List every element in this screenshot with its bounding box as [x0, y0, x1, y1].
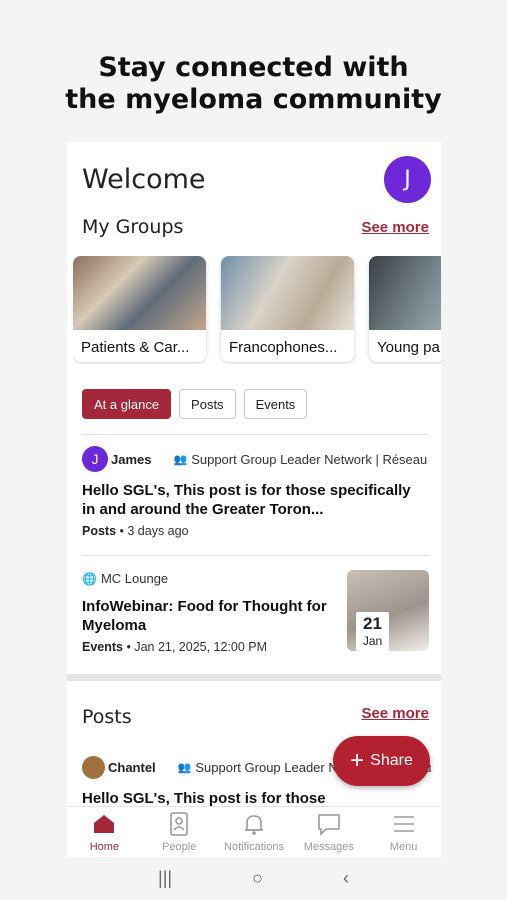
home-button-icon[interactable]: ○	[252, 868, 263, 889]
nav-label: Home	[89, 841, 120, 853]
nav-menu[interactable]: Menu	[366, 807, 441, 857]
nav-label: Messages	[303, 841, 354, 853]
post-author[interactable]: Chantel	[108, 760, 156, 775]
posts-section-title: Posts	[82, 706, 132, 728]
event-thumbnail[interactable]: 21 Jan	[347, 570, 429, 651]
event-date-month: Jan	[362, 634, 383, 648]
people-icon	[170, 812, 188, 836]
group-card-francophones[interactable]: Francophones...	[221, 256, 354, 362]
share-label: Share	[370, 752, 413, 769]
bottom-navigation: Home People Notifications Messages Menu	[67, 806, 441, 857]
event-time: Jan 21, 2025, 12:00 PM	[134, 640, 268, 654]
event-group-name[interactable]: MC Lounge	[101, 571, 168, 586]
section-separator	[67, 674, 441, 681]
headline-line-1: Stay connected with	[98, 52, 409, 83]
group-people-icon: 👥	[173, 453, 188, 466]
system-navigation-bar: ||| ○ ‹	[0, 857, 507, 900]
event-date-day: 21	[363, 614, 382, 633]
nav-people[interactable]: People	[142, 807, 217, 857]
menu-icon	[393, 816, 414, 832]
divider	[82, 434, 428, 435]
event-date-badge: 21 Jan	[356, 612, 389, 651]
group-card-label: Francophones...	[229, 339, 338, 356]
tab-events[interactable]: Events	[243, 389, 308, 419]
event-type: Events	[82, 640, 123, 654]
nav-label: People	[162, 841, 197, 853]
divider	[82, 555, 428, 556]
post-header: J James 👥 Support Group Leader Network |…	[82, 446, 427, 472]
profile-avatar[interactable]: J	[384, 156, 431, 203]
nav-label: Notifications	[224, 841, 284, 853]
message-icon	[317, 814, 340, 836]
groups-see-more-link[interactable]: See more	[361, 219, 429, 236]
post-time: 3 days ago	[127, 524, 189, 538]
groups-carousel[interactable]: Patients & Car... Francophones... Young …	[73, 256, 441, 364]
tab-posts[interactable]: Posts	[179, 389, 236, 419]
group-card-label: Patients & Car...	[81, 339, 190, 356]
promo-headline: Stay connected with the myeloma communit…	[0, 52, 507, 116]
group-image-francophones	[221, 256, 354, 330]
posts-see-more-link[interactable]: See more	[361, 705, 429, 722]
post-title[interactable]: Hello SGL's, This post is for those spec…	[82, 481, 418, 519]
group-people-icon: 👥	[177, 762, 192, 774]
event-header: 🌐 MC Lounge	[82, 571, 168, 586]
nav-home[interactable]: Home	[67, 807, 142, 857]
nav-label: Menu	[389, 841, 418, 853]
nav-messages[interactable]: Messages	[291, 807, 366, 857]
app-screen: Welcome J My Groups See more Patients & …	[67, 142, 441, 857]
post-group-name[interactable]: Support Group Leader Network | Réseau	[191, 452, 427, 467]
group-image-patients	[73, 256, 206, 330]
group-card-young[interactable]: Young pa	[369, 256, 441, 362]
post-type: Posts	[82, 524, 117, 538]
feed-tabs: At a glance Posts Events	[82, 389, 308, 419]
recents-icon[interactable]: |||	[158, 868, 172, 889]
plus-icon: +	[350, 747, 365, 774]
my-groups-title: My Groups	[82, 216, 184, 238]
bell-icon	[244, 815, 263, 835]
group-card-patients[interactable]: Patients & Car...	[73, 256, 206, 362]
group-card-label: Young pa	[377, 339, 440, 356]
back-icon[interactable]: ‹	[343, 868, 349, 889]
tab-at-a-glance[interactable]: At a glance	[82, 389, 172, 419]
page-title: Welcome	[82, 164, 206, 195]
globe-icon: 🌐	[82, 571, 97, 586]
post-author[interactable]: James	[111, 452, 151, 467]
group-image-young	[369, 256, 441, 330]
author-avatar[interactable]: J	[82, 446, 108, 472]
nav-notifications[interactable]: Notifications	[217, 807, 292, 857]
post-meta: Posts • 3 days ago	[82, 524, 189, 538]
headline-line-2: the myeloma community	[65, 84, 442, 115]
event-title[interactable]: InfoWebinar: Food for Thought for Myelom…	[82, 597, 332, 635]
share-button[interactable]: + Share	[333, 736, 430, 786]
author-avatar[interactable]	[82, 756, 105, 779]
home-icon	[94, 815, 115, 833]
event-meta: Events • Jan 21, 2025, 12:00 PM	[82, 640, 268, 654]
